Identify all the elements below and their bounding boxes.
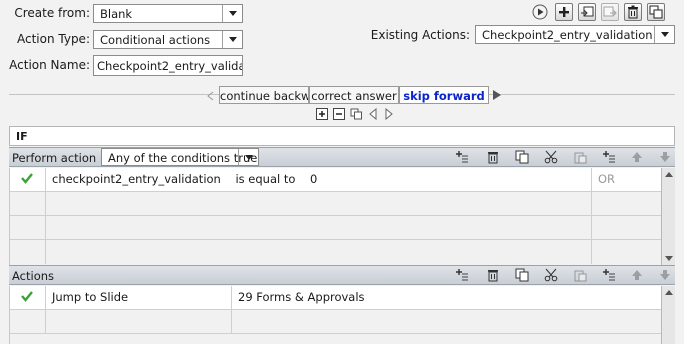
insert-above-icon[interactable] — [602, 268, 616, 282]
condition-text — [46, 192, 592, 215]
condition-row[interactable] — [10, 216, 662, 240]
action-name-cell[interactable]: Jump to Slide — [46, 286, 232, 309]
delete-icon[interactable] — [624, 3, 642, 21]
condition-grid: checkpoint2_entry_validation is equal to… — [9, 168, 662, 265]
chevron-down-icon — [222, 5, 242, 22]
row-check-cell[interactable] — [10, 240, 46, 264]
condition-op: OR — [598, 172, 616, 186]
actions-grid: Jump to Slide 29 Forms & Approvals — [9, 286, 662, 344]
move-down-icon[interactable] — [658, 268, 672, 282]
duplicate-decision-icon[interactable] — [350, 108, 363, 120]
condition-row[interactable] — [10, 240, 662, 264]
scroll-up-icon[interactable] — [665, 172, 673, 177]
import-icon[interactable] — [578, 3, 596, 21]
checkmark-icon — [21, 173, 33, 184]
row-check-cell[interactable] — [10, 192, 46, 215]
insert-row-icon[interactable] — [455, 268, 469, 282]
condition-row[interactable]: checkpoint2_entry_validation is equal to… — [10, 168, 662, 192]
delete-row-icon[interactable] — [486, 268, 500, 282]
action-name-input[interactable]: Checkpoint2_entry_validation — [93, 55, 243, 76]
export-icon[interactable] — [601, 3, 619, 21]
move-down-icon[interactable] — [658, 150, 672, 164]
copy-row-icon[interactable] — [515, 150, 529, 164]
existing-actions-dropdown[interactable]: Checkpoint2_entry_validation — [475, 25, 675, 44]
paste-icon[interactable] — [573, 150, 587, 164]
condition-op — [592, 192, 662, 215]
paste-icon[interactable] — [573, 268, 587, 282]
existing-actions-value: Checkpoint2_entry_validation — [482, 28, 653, 42]
checkmark-icon — [21, 291, 33, 302]
perform-action-label: Perform action if: — [12, 151, 111, 165]
condition-text: checkpoint2_entry_validation is equal to… — [46, 168, 592, 191]
action-row[interactable]: Jump to Slide 29 Forms & Approvals — [10, 286, 662, 310]
chevron-down-icon — [654, 26, 674, 43]
condition-text — [46, 216, 592, 239]
delete-row-icon[interactable] — [486, 150, 500, 164]
create-from-value: Blank — [100, 7, 133, 21]
add-decision-icon[interactable] — [316, 108, 328, 120]
cut-icon[interactable] — [544, 268, 558, 282]
row-check-cell[interactable] — [10, 216, 46, 239]
cut-icon[interactable] — [544, 150, 558, 164]
if-section-header: IF — [9, 126, 675, 146]
scroll-left-icon[interactable] — [205, 90, 217, 101]
add-icon[interactable] — [555, 3, 573, 21]
action-name-cell[interactable] — [46, 310, 232, 333]
chevron-down-icon — [238, 149, 258, 165]
prev-arrow-icon[interactable] — [368, 107, 378, 121]
action-type-dropdown[interactable]: Conditional actions — [93, 30, 243, 49]
scroll-down-icon[interactable] — [665, 256, 673, 261]
action-target-cell[interactable] — [232, 310, 662, 333]
tab-skip-forward[interactable]: skip forward — [399, 86, 489, 104]
actions-label: Actions — [12, 269, 55, 283]
row-check-cell[interactable] — [10, 310, 46, 333]
condition-type-dropdown[interactable]: Any of the conditions true — [101, 148, 259, 166]
next-arrow-icon[interactable] — [384, 107, 394, 121]
action-name-label: Action Name: — [9, 58, 90, 72]
condition-op — [592, 216, 662, 239]
condition-row[interactable] — [10, 192, 662, 216]
move-up-icon[interactable] — [630, 268, 644, 282]
move-up-icon[interactable] — [630, 150, 644, 164]
condition-text — [46, 240, 592, 264]
condition-scrollbar[interactable] — [661, 168, 675, 265]
action-type-value: Conditional actions — [100, 33, 211, 47]
play-icon[interactable] — [532, 4, 548, 20]
action-type-label: Action Type: — [16, 32, 90, 46]
tab-correct-answer[interactable]: correct answer — [309, 86, 399, 104]
insert-above-icon[interactable] — [602, 150, 616, 164]
actions-scrollbar[interactable] — [661, 286, 675, 344]
chevron-down-icon — [222, 31, 242, 48]
action-row[interactable] — [10, 310, 662, 334]
row-check-cell[interactable] — [10, 168, 46, 191]
insert-row-icon[interactable] — [455, 150, 469, 164]
row-check-cell[interactable] — [10, 286, 46, 309]
condition-type-value: Any of the conditions true — [108, 151, 258, 165]
scroll-right-icon[interactable] — [491, 89, 503, 101]
action-target-cell[interactable]: 29 Forms & Approvals — [232, 286, 662, 309]
duplicate-icon[interactable] — [647, 3, 665, 21]
create-from-label: Create from: — [14, 6, 90, 20]
create-from-dropdown[interactable]: Blank — [93, 4, 243, 23]
remove-decision-icon[interactable] — [333, 108, 345, 120]
tab-continue-backward[interactable]: continue backw... — [219, 86, 309, 104]
copy-row-icon[interactable] — [515, 268, 529, 282]
condition-op — [592, 240, 662, 264]
existing-actions-label: Existing Actions: — [370, 28, 470, 42]
scroll-up-icon[interactable] — [665, 290, 673, 295]
